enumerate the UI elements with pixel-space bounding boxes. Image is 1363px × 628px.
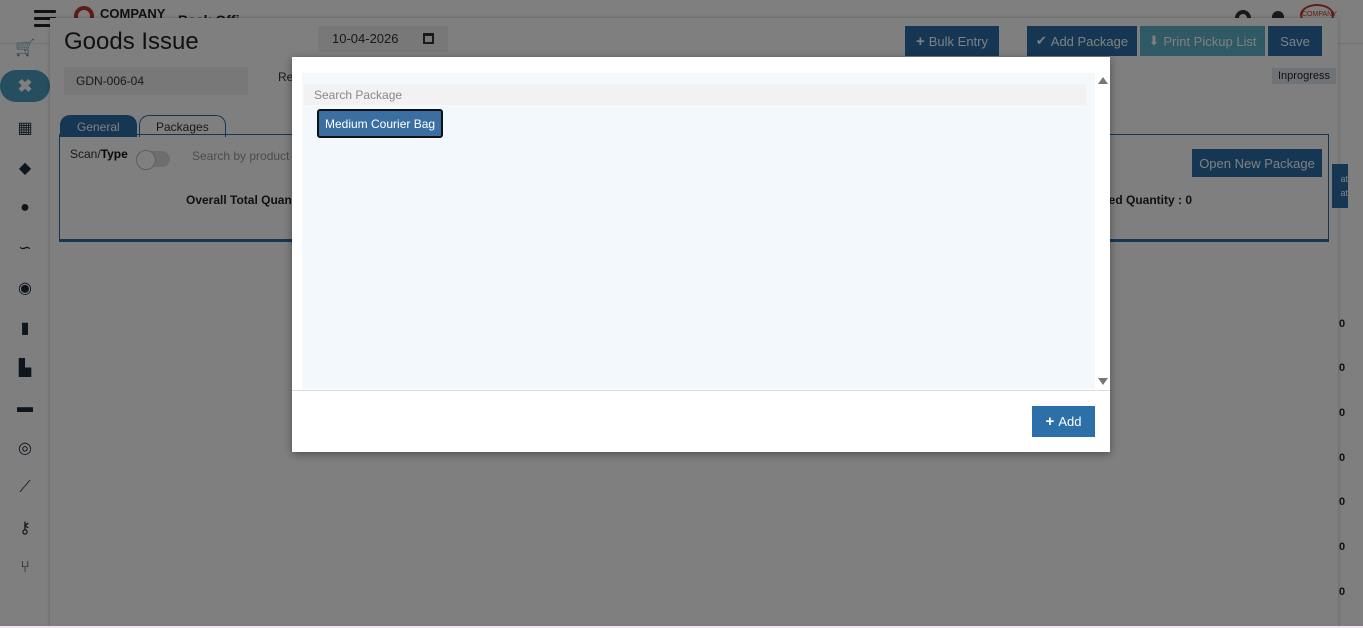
add-button[interactable]: + Add: [1032, 406, 1095, 437]
package-list: Medium Courier Bag: [302, 73, 1095, 389]
search-package-input[interactable]: [304, 84, 1086, 105]
scroll-up-arrow-icon[interactable]: [1098, 77, 1108, 84]
package-select-modal: Medium Courier Bag + Add: [292, 57, 1110, 452]
package-item-medium-courier-bag[interactable]: Medium Courier Bag: [317, 109, 444, 138]
add-button-label: Add: [1058, 414, 1082, 429]
modal-footer-divider: [292, 390, 1110, 391]
scroll-down-arrow-icon[interactable]: [1098, 378, 1108, 385]
plus-icon: +: [1045, 413, 1055, 430]
